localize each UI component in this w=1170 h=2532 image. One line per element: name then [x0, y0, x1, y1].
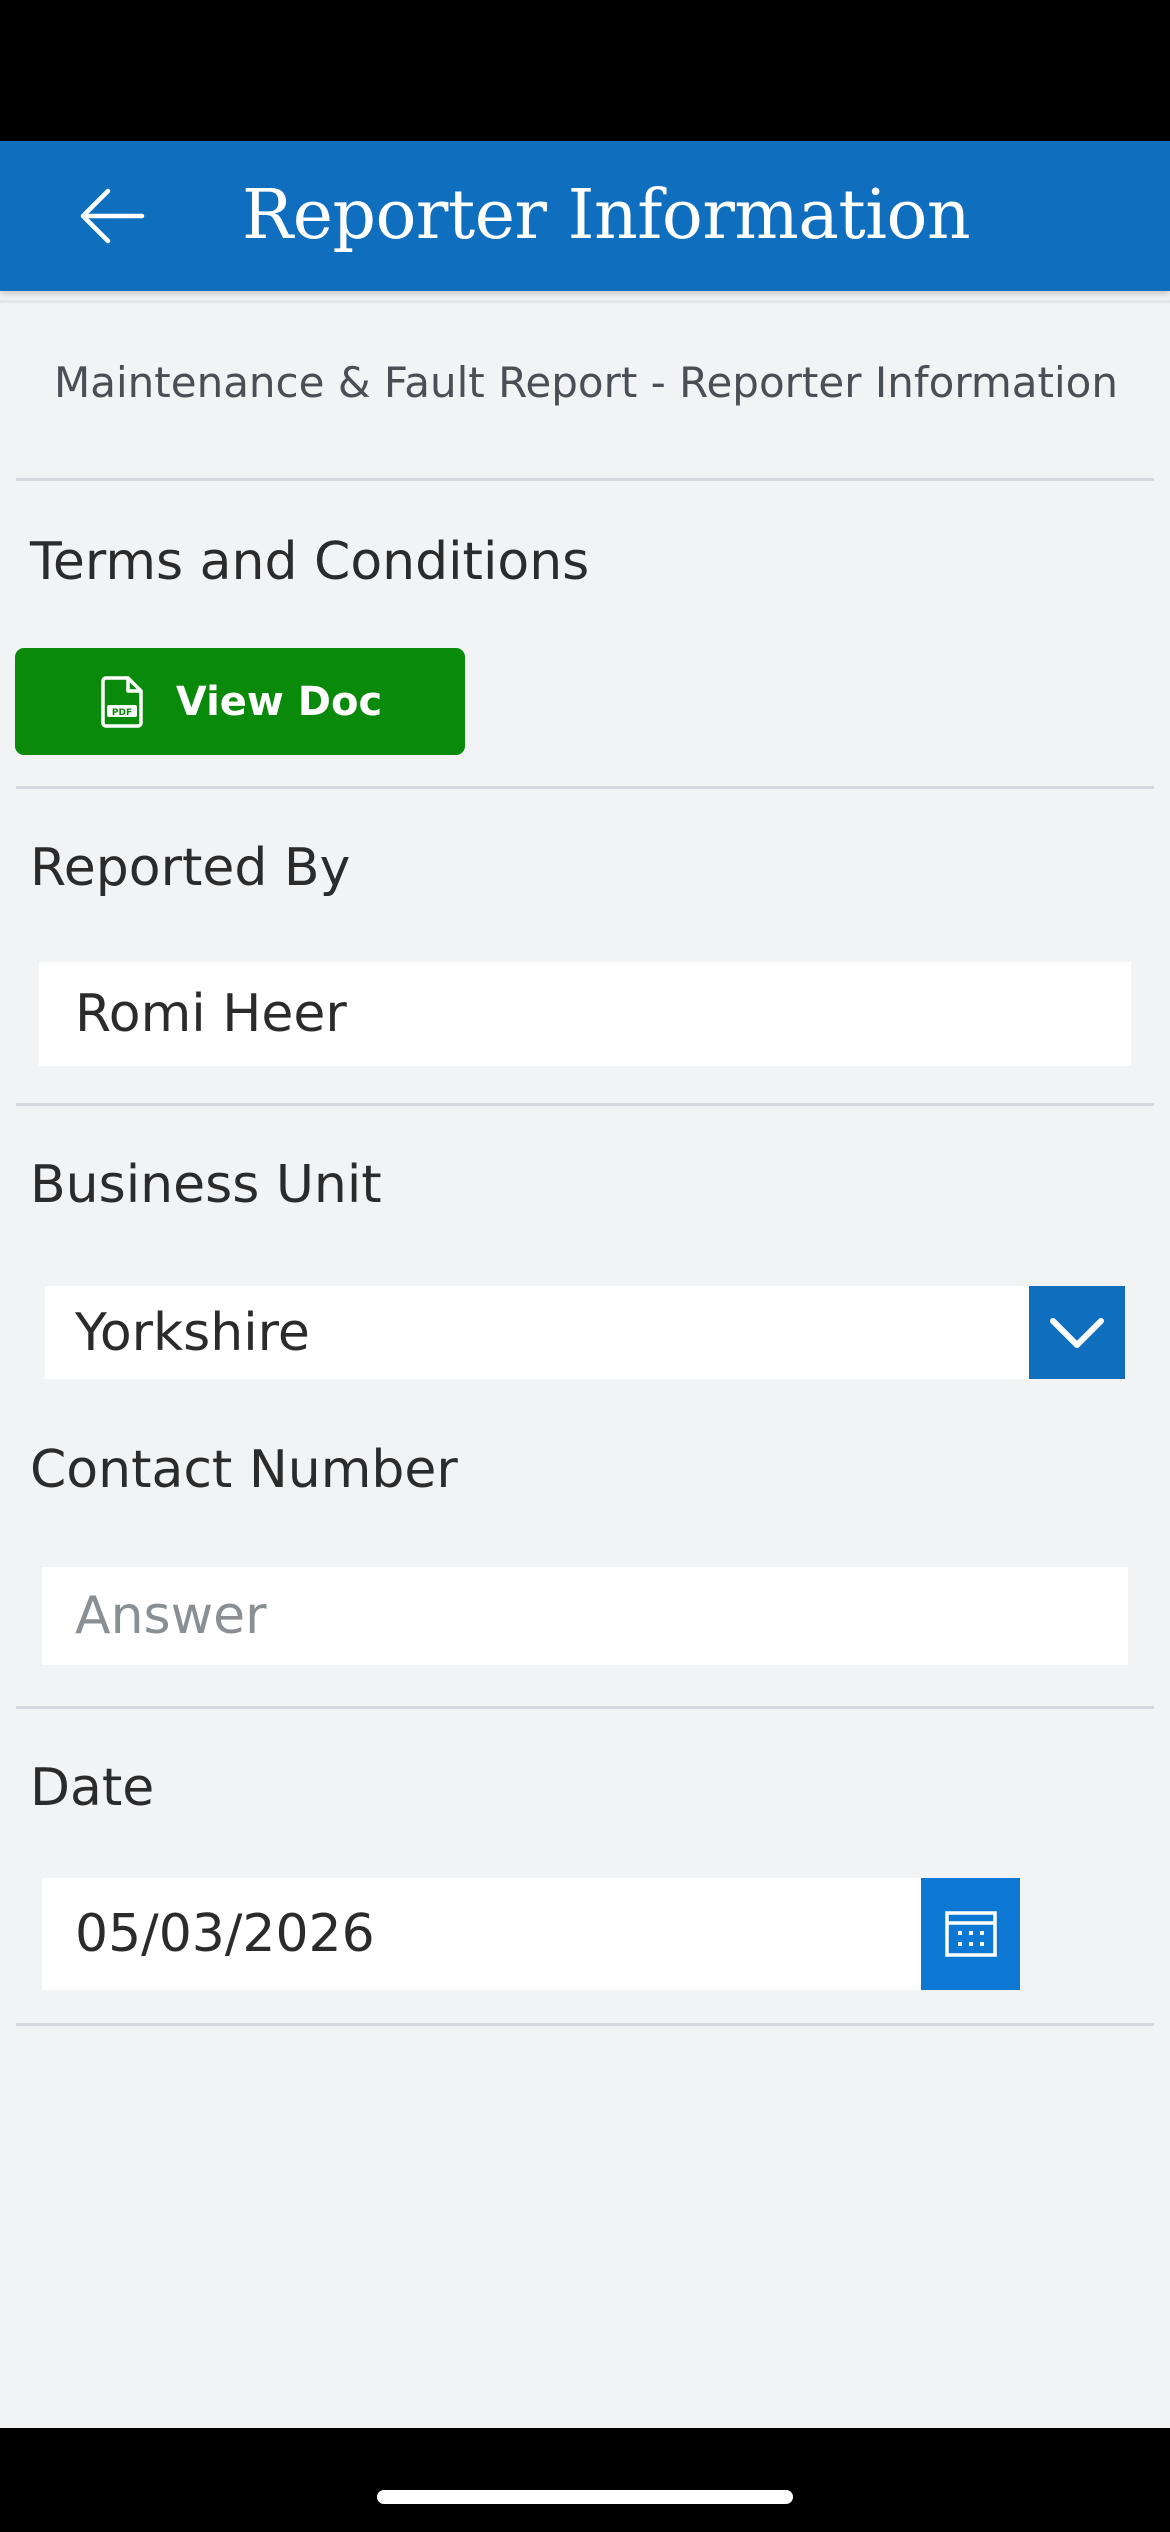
header-divider — [0, 300, 1170, 303]
svg-text:PDF: PDF — [112, 708, 132, 718]
divider — [16, 1706, 1154, 1709]
contact-number-label: Contact Number — [30, 1440, 458, 1500]
divider — [16, 786, 1154, 789]
status-bar — [0, 0, 1170, 141]
divider — [16, 1103, 1154, 1106]
bottom-bar — [0, 2428, 1170, 2532]
business-unit-select[interactable]: Yorkshire — [45, 1286, 1029, 1379]
business-unit-label: Business Unit — [30, 1155, 382, 1215]
pdf-file-icon: PDF — [98, 675, 146, 729]
reported-by-field[interactable]: Romi Heer — [39, 962, 1131, 1066]
back-button[interactable] — [62, 175, 162, 257]
form-subtitle: Maintenance & Fault Report - Reporter In… — [54, 358, 1118, 407]
divider — [16, 478, 1154, 481]
app-header: Reporter Information — [0, 141, 1170, 291]
view-doc-button[interactable]: PDF View Doc — [15, 648, 465, 755]
arrow-left-icon — [80, 188, 145, 244]
contact-number-input[interactable]: Answer — [42, 1567, 1128, 1665]
calendar-icon — [944, 1911, 997, 1957]
view-doc-label: View Doc — [175, 678, 383, 725]
business-unit-dropdown-button[interactable] — [1029, 1286, 1125, 1379]
chevron-down-icon — [1050, 1317, 1104, 1348]
terms-label: Terms and Conditions — [30, 532, 590, 592]
date-label: Date — [30, 1758, 155, 1818]
reported-by-label: Reported By — [30, 838, 351, 898]
divider — [16, 2023, 1154, 2026]
date-picker-button[interactable] — [921, 1878, 1020, 1990]
date-input[interactable]: 05/03/2026 — [42, 1878, 921, 1990]
page-title: Reporter Information — [242, 176, 971, 255]
home-indicator[interactable] — [377, 2490, 793, 2504]
